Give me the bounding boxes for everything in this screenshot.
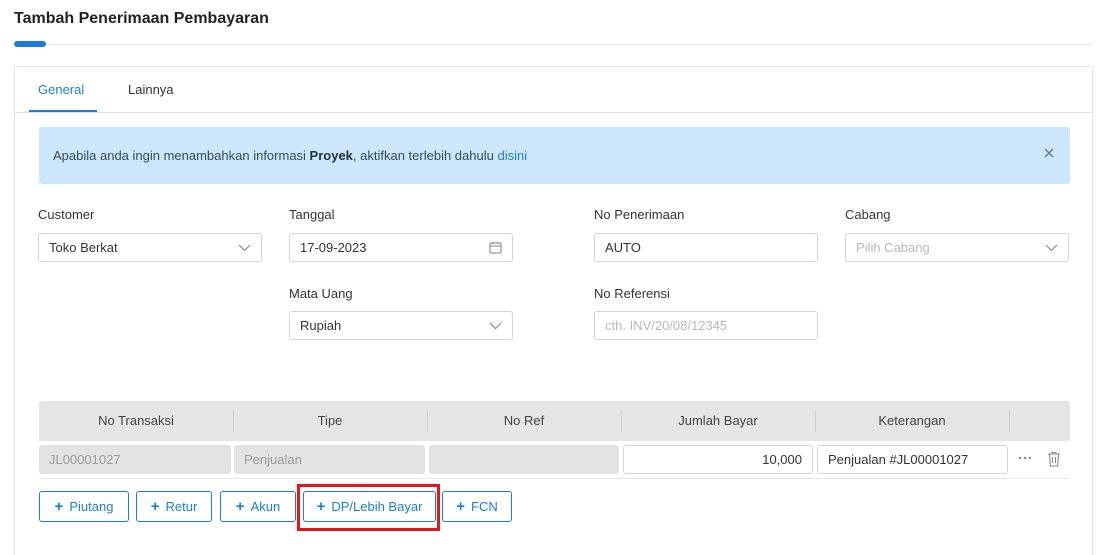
- no-referensi-input[interactable]: cth. INV/20/08/12345: [594, 311, 818, 340]
- cabang-placeholder: Pilih Cabang: [856, 240, 930, 255]
- no-referensi-placeholder: cth. INV/20/08/12345: [605, 318, 728, 333]
- cell-tipe: Penjualan: [234, 445, 425, 474]
- add-piutang-button[interactable]: + Piutang: [39, 491, 129, 522]
- cabang-select[interactable]: Pilih Cabang: [845, 233, 1069, 262]
- info-banner-text: Apabila anda ingin menambahkan informasi…: [53, 148, 527, 163]
- add-retur-label: Retur: [165, 499, 198, 514]
- info-banner: Apabila anda ingin menambahkan informasi…: [39, 127, 1070, 184]
- info-text-before: Apabila anda ingin menambahkan informasi: [53, 148, 310, 163]
- cabang-label: Cabang: [845, 207, 891, 222]
- more-options-icon[interactable]: [1018, 451, 1032, 465]
- grid-header: No Transaksi Tipe No Ref Jumlah Bayar Ke…: [39, 401, 1070, 441]
- cell-keterangan-input[interactable]: Penjualan #JL00001027: [817, 445, 1008, 474]
- no-referensi-label: No Referensi: [594, 286, 670, 301]
- info-text-bold: Proyek: [309, 148, 353, 163]
- mata-uang-value: Rupiah: [300, 318, 342, 333]
- tanggal-label: Tanggal: [289, 207, 335, 222]
- cell-no-transaksi: JL00001027: [39, 445, 231, 474]
- add-fcn-button[interactable]: + FCN: [442, 491, 512, 522]
- chevron-down-icon: [238, 244, 251, 252]
- info-enable-link[interactable]: disini: [497, 148, 527, 163]
- tab-lainnya[interactable]: Lainnya: [128, 82, 174, 97]
- customer-value: Toko Berkat: [49, 240, 118, 255]
- customer-select[interactable]: Toko Berkat: [38, 233, 262, 262]
- tab-general[interactable]: General: [38, 82, 84, 97]
- plus-icon: +: [235, 498, 245, 515]
- add-akun-label: Akun: [250, 499, 281, 514]
- info-text-after: , aktifkan terlebih dahulu: [352, 148, 498, 163]
- plus-icon: +: [456, 498, 466, 515]
- cell-jumlah-bayar-input[interactable]: 10,000: [623, 445, 813, 474]
- form-card: General Lainnya Apabila anda ingin menam…: [14, 66, 1093, 555]
- calendar-icon: [489, 242, 502, 254]
- no-penerimaan-input[interactable]: AUTO: [594, 233, 818, 262]
- close-icon[interactable]: [1042, 146, 1056, 160]
- mata-uang-label: Mata Uang: [289, 286, 353, 301]
- title-accent-bar: [14, 41, 46, 47]
- column-header-no-transaksi: No Transaksi: [98, 413, 174, 428]
- column-header-jumlah-bayar: Jumlah Bayar: [678, 413, 758, 428]
- no-penerimaan-value: AUTO: [605, 240, 641, 255]
- plus-icon: +: [150, 498, 160, 515]
- chevron-down-icon: [489, 322, 502, 330]
- column-header-tipe: Tipe: [317, 413, 343, 428]
- tanggal-datepicker[interactable]: 17-09-2023: [289, 233, 513, 262]
- add-fcn-label: FCN: [471, 499, 498, 514]
- column-header-keterangan: Keterangan: [878, 413, 946, 428]
- column-header-no-ref: No Ref: [503, 413, 545, 428]
- plus-icon: +: [54, 498, 64, 515]
- mata-uang-select[interactable]: Rupiah: [289, 311, 513, 340]
- tab-active-indicator: [29, 110, 97, 112]
- tab-bar: General Lainnya: [15, 67, 1092, 113]
- tanggal-value: 17-09-2023: [300, 240, 367, 255]
- no-penerimaan-label: No Penerimaan: [594, 207, 685, 222]
- cell-no-ref: [429, 445, 619, 474]
- add-piutang-label: Piutang: [69, 499, 114, 514]
- title-divider: [14, 44, 1093, 45]
- add-retur-button[interactable]: + Retur: [136, 491, 212, 522]
- highlight-box: [297, 484, 440, 531]
- add-akun-button[interactable]: + Akun: [220, 491, 296, 522]
- column-divider: [1009, 410, 1010, 432]
- table-row: JL00001027 Penjualan 10,000 Penjualan #J…: [39, 441, 1070, 479]
- page-title: Tambah Penerimaan Pembayaran: [14, 10, 269, 27]
- trash-icon[interactable]: [1047, 451, 1061, 467]
- customer-label: Customer: [38, 207, 95, 222]
- chevron-down-icon: [1045, 244, 1058, 252]
